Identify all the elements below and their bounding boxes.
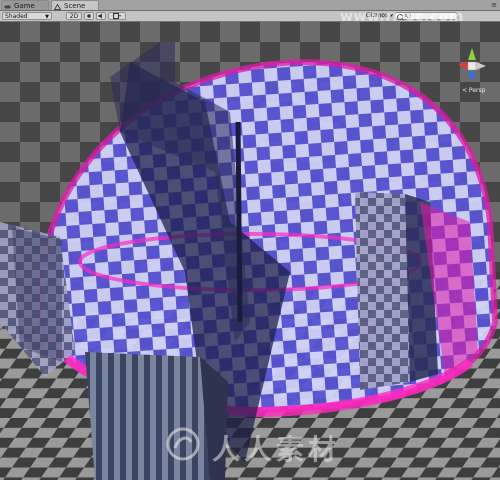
tab-scene[interactable]: Scene [51, 0, 99, 10]
watermark-url: www.rr-sc.com [340, 9, 464, 25]
image-effects-dropdown[interactable] [108, 12, 126, 20]
window-menu-icon[interactable]: ≡ [491, 1, 497, 9]
chevron-down-icon: ▼ [45, 14, 49, 20]
tab-scene-label: Scene [64, 2, 86, 10]
speaker-icon [98, 13, 104, 21]
game-controller-icon [4, 3, 11, 9]
watermark-text: 人人素材 [212, 433, 341, 466]
projection-toggle[interactable]: < Persp [462, 87, 485, 94]
center-divider [235, 121, 243, 323]
scene-orientation-gizmo[interactable] [452, 46, 492, 86]
right-pillar [355, 192, 410, 390]
tab-game-label: Game [14, 2, 35, 10]
toggle-2d-button[interactable]: 2D [66, 12, 82, 20]
scene-audio-button[interactable] [96, 12, 106, 20]
sun-icon [86, 14, 92, 21]
scene-viewport[interactable]: < Persp [0, 22, 500, 480]
scene-icon [53, 3, 62, 10]
tab-game[interactable]: Game [1, 0, 49, 10]
scene-render [0, 22, 500, 480]
image-effects-icon [113, 13, 121, 21]
shading-mode-dropdown[interactable]: Shaded ▼ [2, 12, 52, 20]
shading-mode-label: Shaded [5, 13, 28, 20]
scene-lighting-button[interactable] [84, 12, 94, 20]
watermark-logo [166, 427, 200, 461]
